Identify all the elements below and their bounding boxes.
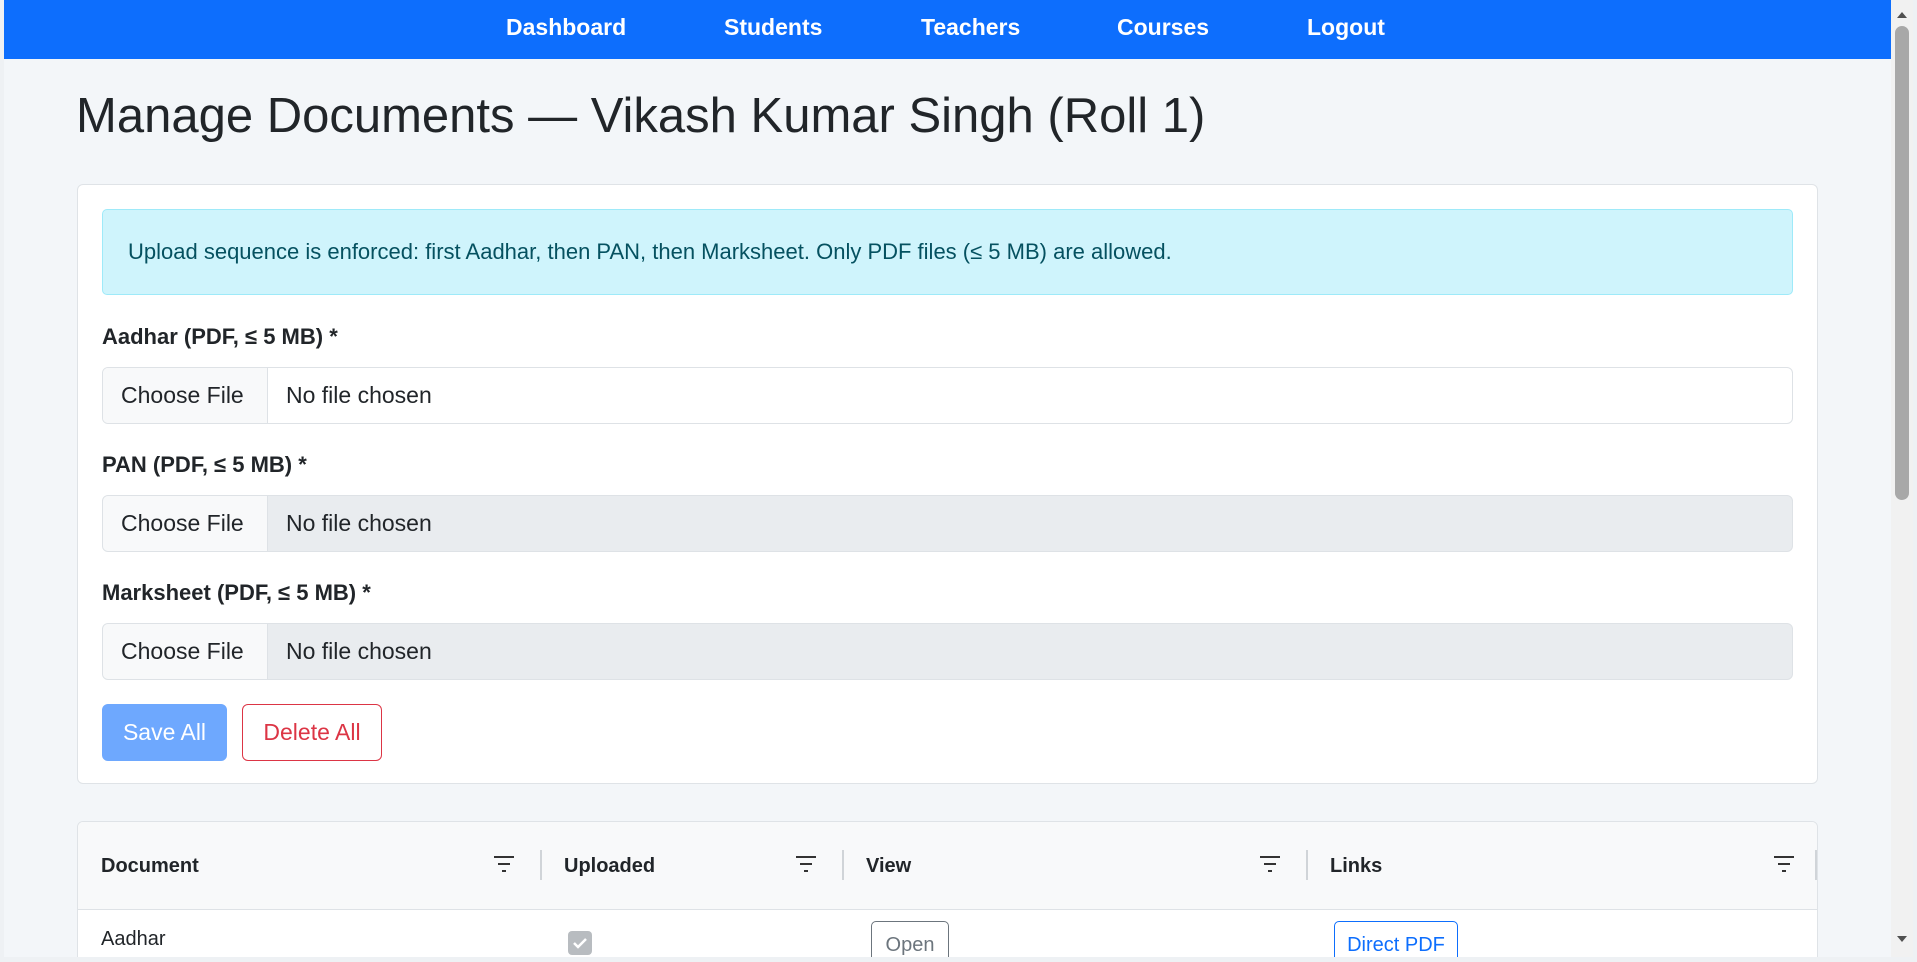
column-resize-handle[interactable] — [1815, 850, 1817, 880]
documents-table: Document Uploaded View Links Aadhar Open… — [77, 821, 1818, 957]
aadhar-label: Aadhar (PDF, ≤ 5 MB) * — [102, 324, 338, 349]
scrollbar-thumb[interactable] — [1895, 26, 1909, 500]
delete-all-button[interactable]: Delete All — [242, 704, 382, 761]
pan-choose-file-button[interactable]: Choose File — [103, 496, 268, 551]
column-header-view[interactable]: View — [866, 855, 911, 878]
pan-label: PAN (PDF, ≤ 5 MB) * — [102, 452, 307, 477]
marksheet-file-status: No file chosen — [286, 638, 432, 664]
pan-file-input[interactable]: Choose File No file chosen — [102, 495, 1793, 552]
nav-teachers[interactable]: Teachers — [921, 14, 1020, 41]
nav-logout[interactable]: Logout — [1307, 14, 1385, 41]
save-all-button[interactable]: Save All — [102, 704, 227, 761]
top-navbar: Dashboard Students Teachers Courses Logo… — [4, 0, 1891, 59]
document-name-cell: Aadhar — [101, 928, 166, 950]
column-header-document[interactable]: Document — [101, 855, 199, 878]
filter-icon[interactable] — [1259, 855, 1281, 873]
marksheet-choose-file-button[interactable]: Choose File — [103, 624, 268, 679]
page-title: Manage Documents — Vikash Kumar Singh (R… — [76, 89, 1206, 143]
open-button[interactable]: Open — [871, 921, 949, 957]
filter-icon[interactable] — [1773, 855, 1795, 873]
uploaded-checkbox — [568, 931, 592, 955]
column-header-links[interactable]: Links — [1330, 855, 1382, 878]
column-resize-handle[interactable] — [540, 850, 542, 880]
table-header: Document Uploaded View Links — [78, 822, 1817, 910]
nav-dashboard[interactable]: Dashboard — [506, 14, 626, 41]
direct-pdf-link[interactable]: Direct PDF — [1334, 921, 1458, 957]
marksheet-label: Marksheet (PDF, ≤ 5 MB) * — [102, 580, 371, 605]
filter-icon[interactable] — [795, 855, 817, 873]
nav-courses[interactable]: Courses — [1117, 14, 1209, 41]
column-header-uploaded[interactable]: Uploaded — [564, 855, 655, 878]
filter-icon[interactable] — [493, 855, 515, 873]
aadhar-file-status: No file chosen — [286, 382, 432, 408]
app-window: Dashboard Students Teachers Courses Logo… — [4, 0, 1891, 957]
info-alert: Upload sequence is enforced: first Aadha… — [102, 209, 1793, 295]
nav-students[interactable]: Students — [724, 14, 822, 41]
check-icon — [573, 938, 587, 949]
pan-file-status: No file chosen — [286, 510, 432, 536]
aadhar-file-input[interactable]: Choose File No file chosen — [102, 367, 1793, 424]
marksheet-file-input[interactable]: Choose File No file chosen — [102, 623, 1793, 680]
scroll-up-arrow-icon[interactable] — [1896, 10, 1908, 20]
aadhar-choose-file-button[interactable]: Choose File — [103, 368, 268, 423]
scroll-down-arrow-icon[interactable] — [1896, 934, 1908, 944]
column-resize-handle[interactable] — [1306, 850, 1308, 880]
column-resize-handle[interactable] — [842, 850, 844, 880]
upload-form-card: Upload sequence is enforced: first Aadha… — [77, 184, 1818, 784]
